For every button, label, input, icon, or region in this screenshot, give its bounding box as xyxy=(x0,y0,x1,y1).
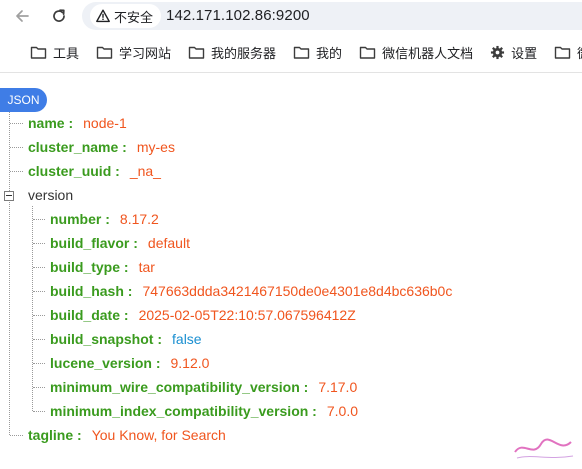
json-value: false xyxy=(172,331,202,347)
json-row-min-index-compat: minimum_index_compatibility_version :7.0… xyxy=(50,403,358,419)
json-key: build_snapshot xyxy=(50,331,154,347)
json-row-min-wire-compat: minimum_wire_compatibility_version :7.17… xyxy=(50,379,358,395)
json-value: 2025-02-05T22:10:57.067596412Z xyxy=(138,307,356,323)
collapse-toggle-icon[interactable] xyxy=(4,191,14,201)
json-row-cluster-uuid: cluster_uuid : _na_ xyxy=(28,163,161,179)
json-row-build-date: build_date :2025-02-05T22:10:57.06759641… xyxy=(50,307,356,323)
tree-connector-root xyxy=(9,112,10,435)
json-key: build_date xyxy=(50,307,121,323)
json-key: build_flavor xyxy=(50,235,130,251)
json-value: tar xyxy=(138,259,155,275)
json-row-build-flavor: build_flavor : default xyxy=(50,235,190,251)
tree-connector xyxy=(10,435,23,436)
json-key: tagline xyxy=(28,427,74,443)
json-value: 9.12.0 xyxy=(170,355,210,371)
json-key: cluster_name xyxy=(28,139,119,155)
tree-connector xyxy=(33,315,45,316)
json-row-build-type: build_type : tar xyxy=(50,259,155,275)
json-key: cluster_uuid xyxy=(28,163,112,179)
json-row-lucene-version: lucene_version :9.12.0 xyxy=(50,355,210,371)
json-value: node-1 xyxy=(83,115,127,131)
json-value: 7.0.0 xyxy=(326,403,358,419)
tree-connector xyxy=(33,339,45,340)
tree-connector xyxy=(33,219,45,220)
json-row-version[interactable]: version xyxy=(28,184,73,206)
json-value: _na_ xyxy=(129,163,161,179)
json-value: 747663ddda3421467150de0e4301e8d4bc636b0c xyxy=(142,283,453,299)
tree-connector xyxy=(33,291,45,292)
json-value: You Know, for Search xyxy=(91,427,226,443)
json-key: lucene_version xyxy=(50,355,152,371)
tree-connector-version xyxy=(32,206,33,411)
tree-connector xyxy=(10,123,23,124)
watermark-logo xyxy=(505,430,582,466)
json-key: name xyxy=(28,115,65,131)
tree-connector xyxy=(10,171,23,172)
json-value: my-es xyxy=(136,139,175,155)
json-row-number: number :8.17.2 xyxy=(50,211,159,227)
json-key: minimum_index_compatibility_version xyxy=(50,403,309,419)
json-object-key: version xyxy=(28,187,74,203)
json-row-cluster-name: cluster_name : my-es xyxy=(28,139,175,155)
tree-connector xyxy=(33,363,45,364)
tree-connector xyxy=(33,243,45,244)
watermark-logo-icon xyxy=(513,438,573,459)
json-row-name: name : node-1 xyxy=(28,115,127,131)
json-value: 8.17.2 xyxy=(119,211,159,227)
json-key: minimum_wire_compatibility_version xyxy=(50,379,300,395)
json-key: build_hash xyxy=(50,283,124,299)
json-key: number xyxy=(50,211,102,227)
json-tree: name : node-1 cluster_name : my-es cluster… xyxy=(0,0,582,469)
tree-connector xyxy=(33,267,45,268)
json-row-build-snapshot: build_snapshot : false xyxy=(50,331,202,347)
tree-connector xyxy=(33,387,45,388)
tree-connector xyxy=(33,411,45,412)
json-key: build_type xyxy=(50,259,121,275)
json-value: default xyxy=(147,235,190,251)
json-value: 7.17.0 xyxy=(318,379,358,395)
json-row-tagline: tagline : You Know, for Search xyxy=(28,427,226,443)
json-row-build-hash: build_hash :747663ddda3421467150de0e4301… xyxy=(50,283,453,299)
tree-connector xyxy=(10,147,23,148)
